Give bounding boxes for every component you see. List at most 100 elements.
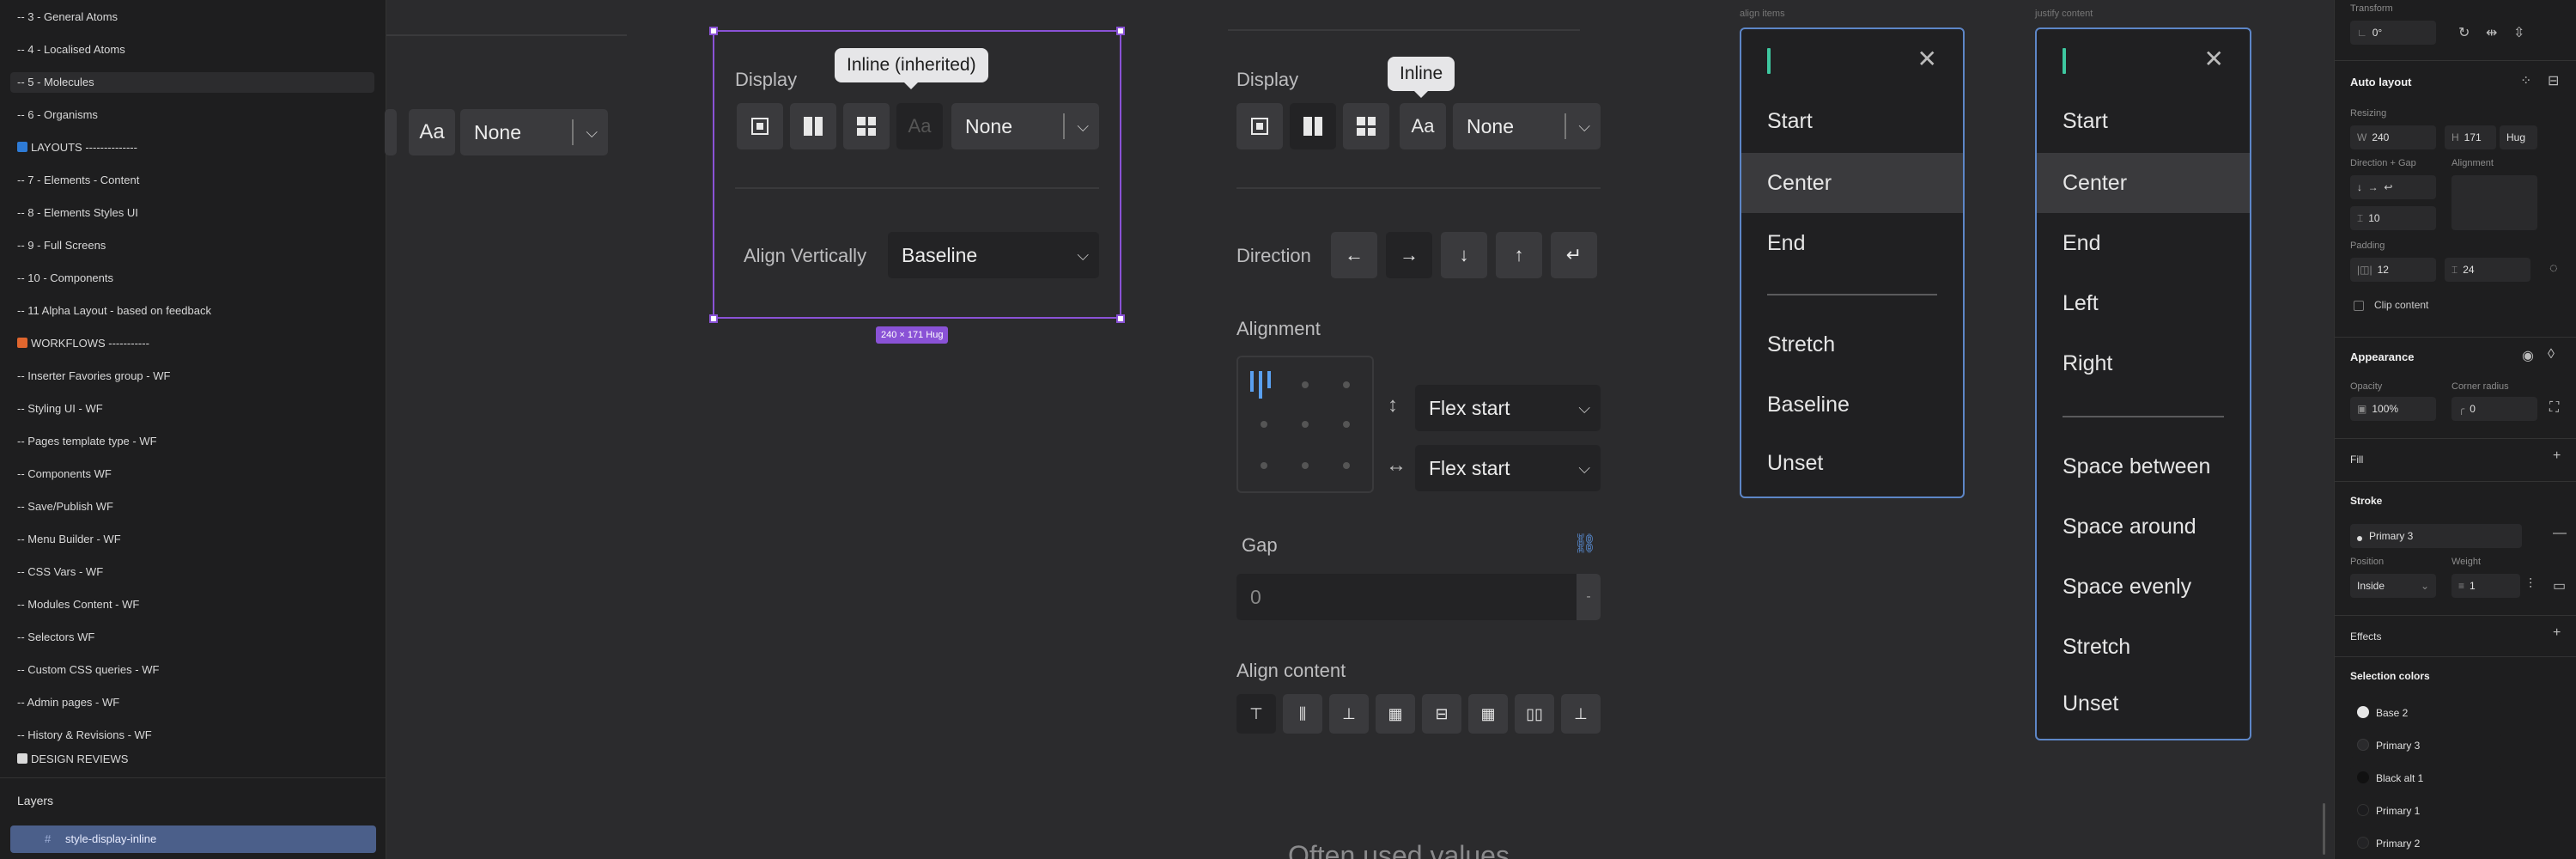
page-item[interactable]: -- CSS Vars - WF	[10, 562, 374, 582]
stroke-weight-field[interactable]: ≡ 1	[2451, 574, 2520, 598]
selection-color-row[interactable]: Primary 1	[2350, 799, 2501, 823]
display-inline-button[interactable]: Aa	[1400, 103, 1446, 149]
stroke-settings-icon[interactable]: ▭	[2553, 577, 2566, 594]
page-item[interactable]: -- 7 - Elements - Content	[10, 170, 374, 191]
direction-wrap-button[interactable]: ↵	[1551, 232, 1597, 278]
height-field[interactable]: H 171	[2445, 125, 2496, 149]
gap-unit[interactable]: -	[1577, 574, 1601, 620]
dropdown-option[interactable]: Baseline	[1741, 375, 1963, 435]
rotation-field[interactable]: ∟ 0°	[2350, 21, 2436, 45]
grid-dot[interactable]	[1343, 462, 1350, 469]
gap-field[interactable]: ⌶ 10	[2350, 206, 2436, 230]
align-select[interactable]: Flex start ⌵	[1415, 445, 1601, 491]
page-item-selected[interactable]: -- 5 - Molecules	[10, 72, 374, 93]
align-content-evenly-button[interactable]: ▦	[1468, 694, 1508, 734]
page-item[interactable]: -- 4 - Localised Atoms	[10, 40, 374, 60]
opacity-field[interactable]: ▣ 100%	[2350, 397, 2436, 421]
display-select[interactable]: None ⌵	[951, 103, 1099, 149]
link-icon[interactable]: ⛓	[1573, 533, 1597, 555]
page-item[interactable]: -- 6 - Organisms	[10, 105, 374, 125]
page-item[interactable]: -- 8 - Elements Styles UI	[10, 203, 374, 223]
flip-vertical-icon[interactable]: ⇳	[2513, 24, 2524, 41]
selection-color-row[interactable]: Primary 2	[2350, 832, 2501, 856]
display-flex-button[interactable]	[790, 103, 836, 149]
add-effect-icon[interactable]: +	[2553, 625, 2561, 641]
padding-horizontal-field[interactable]: |◫| 12	[2350, 258, 2436, 282]
page-item[interactable]: -- 10 - Components	[10, 268, 374, 289]
align-content-center-button[interactable]: ⫼	[1283, 694, 1322, 734]
display-grid-button[interactable]	[1343, 103, 1389, 149]
gap-input[interactable]: 0-	[1236, 574, 1601, 620]
selection-color-row[interactable]: Black alt 1	[2350, 766, 2501, 790]
stroke-sides-icon[interactable]: ⫶	[2529, 577, 2532, 593]
align-content-between-button[interactable]: ▦	[1376, 694, 1415, 734]
display-select[interactable]: None ⌵	[1453, 103, 1601, 149]
page-item[interactable]: -- History & Revisions - WF	[10, 725, 374, 746]
align-content-start-button[interactable]: ⊤	[1236, 694, 1276, 734]
page-item[interactable]: -- Menu Builder - WF	[10, 529, 374, 550]
grid-dot[interactable]	[1302, 381, 1309, 388]
dropdown-option[interactable]: Left	[2037, 273, 2250, 333]
layer-row-selected[interactable]: # style-display-inline	[10, 825, 376, 853]
dropdown-option[interactable]: End	[2037, 213, 2250, 273]
dropdown-option[interactable]: Start	[2037, 91, 2250, 151]
display-flex-button[interactable]	[1290, 103, 1336, 149]
justify-select[interactable]: Flex start ⌵	[1415, 385, 1601, 431]
resize-handle[interactable]	[709, 314, 718, 323]
align-content-baseline-button[interactable]: ⊥	[1561, 694, 1601, 734]
page-item[interactable]: -- Modules Content - WF	[10, 594, 374, 615]
dropdown-option[interactable]: Stretch	[2037, 617, 2250, 677]
direction-right-button[interactable]: →	[1386, 232, 1432, 278]
page-item[interactable]: -- Admin pages - WF	[10, 692, 374, 713]
padding-vertical-field[interactable]: ⌶ 24	[2445, 258, 2530, 282]
direction-up-button[interactable]: ↑	[1496, 232, 1542, 278]
add-fill-icon[interactable]: +	[2553, 448, 2561, 464]
grid-dot[interactable]	[1343, 421, 1350, 428]
display-grid-button[interactable]	[843, 103, 890, 149]
display-inline-button[interactable]: Aa	[896, 103, 943, 149]
close-icon[interactable]: ✕	[1917, 45, 1937, 73]
align-vertically-select[interactable]: Baseline ⌵	[888, 232, 1099, 278]
align-content-around-button[interactable]: ⊟	[1422, 694, 1461, 734]
dropdown-option[interactable]: Right	[2037, 333, 2250, 393]
alignment-picker[interactable]	[2451, 175, 2537, 230]
width-field[interactable]: W 240	[2350, 125, 2436, 149]
dropdown-option[interactable]: Space between	[2037, 436, 2250, 497]
selection-color-row[interactable]: Primary 3	[2350, 734, 2501, 758]
eye-icon[interactable]: ◉	[2522, 347, 2534, 364]
page-item[interactable]: -- Selectors WF	[10, 627, 374, 648]
text-display-button[interactable]: Aa	[409, 109, 455, 155]
dropdown-option[interactable]: Start	[1741, 91, 1963, 151]
dropdown-option[interactable]: Space evenly	[2037, 557, 2250, 617]
partial-button[interactable]	[385, 109, 397, 155]
grid-dot[interactable]	[1302, 421, 1309, 428]
grid-dot[interactable]	[1261, 462, 1267, 469]
remove-stroke-icon[interactable]: —	[2553, 526, 2567, 541]
hug-select[interactable]: Hug	[2500, 125, 2537, 149]
grid-dot[interactable]	[1343, 381, 1350, 388]
display-block-button[interactable]	[1236, 103, 1283, 149]
page-item[interactable]: -- Pages template type - WF	[10, 431, 374, 452]
grid-dot[interactable]	[1261, 421, 1267, 428]
dropdown-option[interactable]: Space around	[2037, 497, 2250, 557]
close-icon[interactable]: ✕	[2204, 45, 2224, 73]
align-content-end-button[interactable]: ⊥	[1329, 694, 1369, 734]
page-item[interactable]: -- 9 - Full Screens	[10, 235, 374, 256]
selection-color-row[interactable]: Base 2	[2350, 701, 2501, 725]
page-item[interactable]: -- 11 Alpha Layout - based on feedback	[10, 301, 374, 321]
resize-handle[interactable]	[1116, 314, 1125, 323]
direction-down-button[interactable]: ↓	[1441, 232, 1487, 278]
page-item[interactable]: LAYOUTS --------------	[10, 137, 374, 158]
dropdown-option-highlighted[interactable]: Center	[2037, 153, 2250, 213]
resize-handle[interactable]	[1116, 27, 1125, 35]
drop-icon[interactable]: ◊	[2548, 347, 2555, 362]
dropdown-option[interactable]: Stretch	[1741, 314, 1963, 375]
page-item[interactable]: -- Components WF	[10, 464, 374, 484]
align-content-stretch-button[interactable]: ▯▯	[1515, 694, 1554, 734]
page-item[interactable]: WORKFLOWS -----------	[10, 333, 374, 354]
rotate-icon[interactable]: ↻	[2458, 24, 2470, 41]
stroke-position-select[interactable]: Inside ⌄	[2350, 574, 2436, 598]
scrollbar[interactable]	[2323, 803, 2325, 855]
alignment-grid[interactable]	[1236, 356, 1374, 493]
corner-radius-field[interactable]: ╭ 0	[2451, 397, 2537, 421]
